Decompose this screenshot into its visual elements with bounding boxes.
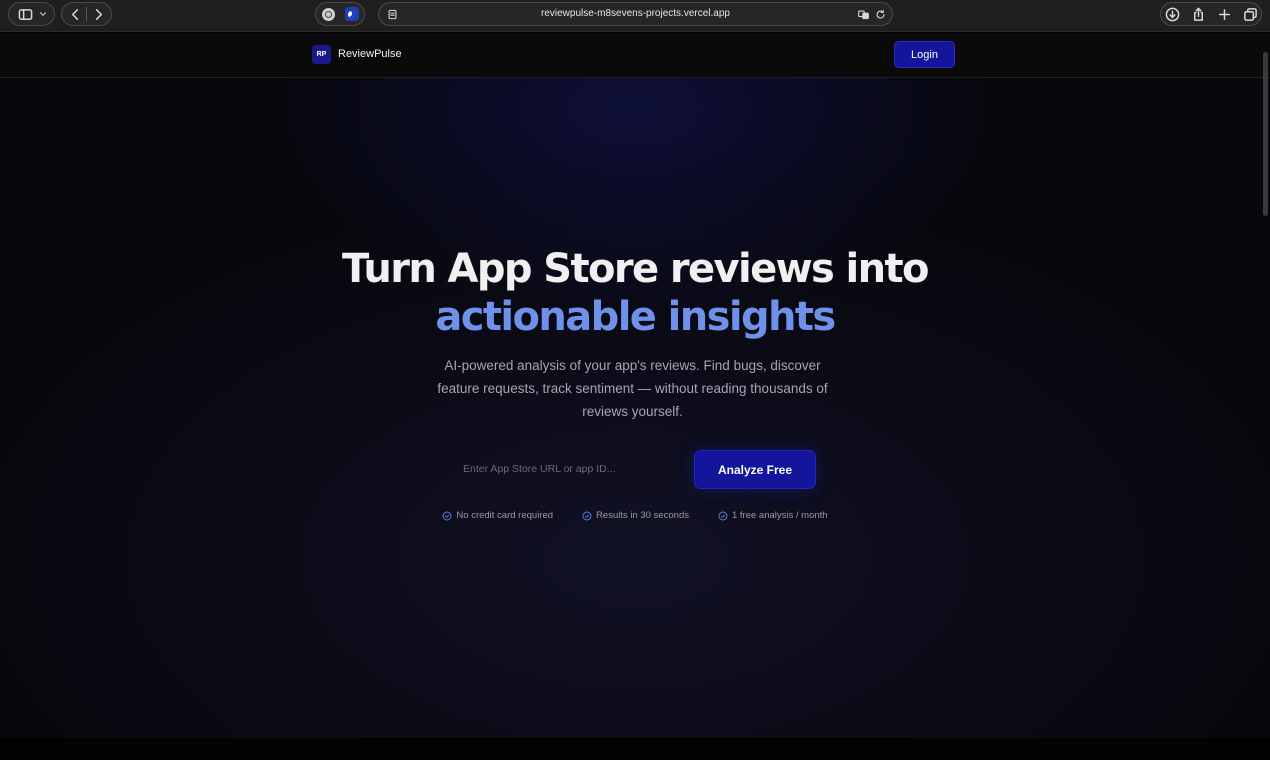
browser-toolbar: reviewpulse-m8sevens-projects.vercel.app xyxy=(0,0,1270,32)
analyze-button[interactable]: Analyze Free xyxy=(694,450,816,489)
extensions-group xyxy=(315,2,365,26)
dark-mode-extension-icon[interactable] xyxy=(344,7,359,21)
download-icon[interactable] xyxy=(1161,3,1183,25)
back-arrow-icon[interactable] xyxy=(64,3,86,25)
hero-subtitle: AI-powered analysis of your app's review… xyxy=(437,358,828,419)
scrollbar[interactable] xyxy=(1263,52,1268,216)
nav-buttons xyxy=(61,2,112,26)
new-tab-icon[interactable] xyxy=(1213,3,1235,25)
app-url-input[interactable] xyxy=(451,450,687,488)
tab-overview-icon[interactable] xyxy=(1239,3,1261,25)
feature-label: Results in 30 seconds xyxy=(596,510,689,521)
sidebar-icon[interactable] xyxy=(15,3,37,25)
check-circle-icon xyxy=(442,511,452,520)
share-icon[interactable] xyxy=(1187,3,1209,25)
address-bar[interactable]: reviewpulse-m8sevens-projects.vercel.app xyxy=(378,2,893,26)
hero-section: Turn App Store reviews into actionable i… xyxy=(0,78,1270,738)
feature-label: 1 free analysis / month xyxy=(732,510,828,521)
translate-icon[interactable] xyxy=(856,7,871,22)
feature-label: No credit card required xyxy=(456,510,554,521)
check-circle-icon xyxy=(582,511,592,520)
logo[interactable]: RP xyxy=(312,45,331,64)
hero-title-highlight: actionable insights xyxy=(435,294,836,340)
chevron-down-icon[interactable] xyxy=(37,3,49,25)
sidebar-toggle-group[interactable] xyxy=(8,2,55,26)
feature-item: Results in 30 seconds xyxy=(582,510,689,521)
page-bottom xyxy=(0,738,1270,760)
url-text[interactable]: reviewpulse-m8sevens-projects.vercel.app xyxy=(379,8,892,19)
check-circle-icon xyxy=(718,511,728,520)
toolbar-actions xyxy=(1160,2,1262,26)
brand-name[interactable]: ReviewPulse xyxy=(338,48,402,60)
reload-icon[interactable] xyxy=(873,7,888,22)
feature-list: No credit card required Results in 30 se… xyxy=(0,510,1270,521)
feature-item: No credit card required xyxy=(442,510,553,521)
hero-title-line1: Turn App Store reviews into xyxy=(342,246,929,292)
extension-icon[interactable] xyxy=(321,7,335,21)
login-button[interactable]: Login xyxy=(894,41,955,68)
feature-item: 1 free analysis / month xyxy=(718,510,828,521)
forward-arrow-icon[interactable] xyxy=(87,3,109,25)
search-container xyxy=(451,450,687,488)
site-header: RP ReviewPulse Login xyxy=(0,33,1270,78)
